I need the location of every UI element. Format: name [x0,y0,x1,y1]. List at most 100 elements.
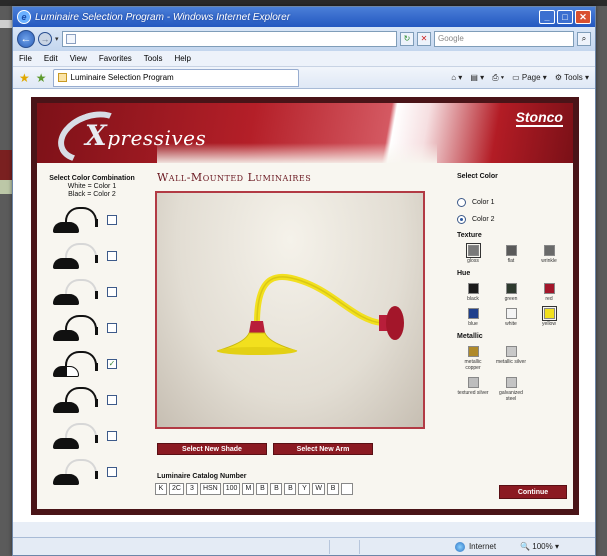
zoom-level[interactable]: 🔍 100% ▾ [500,542,559,551]
swatch-option[interactable]: flat [495,245,527,264]
header-banner: Xpressives Stonco [37,103,573,163]
swatch-label: blue [468,321,478,327]
swatch-option[interactable]: metallic silver [495,346,527,371]
menu-view[interactable]: View [70,54,87,63]
maximize-button[interactable]: □ [557,10,573,24]
add-favorite-icon[interactable]: ★ [36,71,47,85]
page-icon [65,34,76,44]
shade-mount-icon [95,435,98,443]
shade-option[interactable] [47,419,137,455]
command-bar: ⌂ ▾ ▤ ▾ ⎙ ▾ ▭ Page ▾ ⚙ Tools ▾ [451,73,589,83]
shade-bell-icon [53,366,79,377]
shade-option[interactable] [47,455,137,491]
swatch-option[interactable]: wrinkle [533,245,565,264]
feeds-icon[interactable]: ▤ ▾ [470,73,484,82]
menu-file[interactable]: File [19,54,32,63]
color2-option[interactable]: Color 2 [457,215,567,224]
page-title: Wall-Mounted Luminaires [157,171,312,184]
color1-radio[interactable] [457,198,466,207]
color1-option[interactable]: Color 1 [457,198,567,207]
back-button[interactable]: ← [17,30,35,48]
catalog-cell: Y [298,483,311,495]
color-combination-panel: Select Color Combination White = Color 1… [47,175,137,491]
swatch-option[interactable]: yellow [533,306,565,327]
shade-checkbox[interactable] [107,215,117,225]
search-input[interactable]: Google [434,31,574,47]
swatch-option[interactable]: red [533,283,565,302]
catalog-cell: M [242,483,255,495]
print-icon[interactable]: ⎙ ▾ [492,73,504,83]
arm-shape [254,273,385,326]
shade-arm-icon [65,207,97,223]
catalog-cell: HSN [199,483,221,495]
shade-checkbox[interactable] [107,323,117,333]
menu-help[interactable]: Help [174,54,190,63]
metallic-title: Metallic [457,333,483,340]
shade-mount-icon [95,399,98,407]
swatch-option[interactable]: gloss [457,243,489,264]
select-new-arm-button[interactable]: Select New Arm [273,443,373,455]
menu-favorites[interactable]: Favorites [99,54,132,63]
swatch-chip [465,243,481,258]
swatch-option[interactable]: blue [457,308,489,327]
shade-arm-icon [65,315,97,331]
shade-option[interactable] [47,239,137,275]
socket [249,321,265,333]
title-bar: e Luminaire Selection Program - Windows … [13,7,595,27]
swatch-label: black [467,296,479,302]
shade-checkbox[interactable]: ✓ [107,359,117,369]
swatch-label: metallic silver [495,359,526,365]
url-field[interactable] [61,31,397,47]
continue-button[interactable]: Continue [499,485,567,499]
swatch-chip [467,346,479,357]
swatch-option[interactable]: green [495,283,527,302]
shade-option[interactable]: ✓ [47,347,137,383]
shade-mount-icon [95,471,98,479]
shade-checkbox[interactable] [107,251,117,261]
shade-checkbox[interactable] [107,467,117,477]
page-menu[interactable]: ▭ Page ▾ [512,73,547,82]
shade-list: ✓ [47,203,137,491]
page-icon [57,73,67,82]
shade-checkbox[interactable] [107,287,117,297]
history-dropdown-icon[interactable]: ▾ [55,35,59,43]
shade-arm-icon [65,279,97,295]
combination-legend: White = Color 1 Black = Color 2 [47,183,137,199]
search-placeholder: Google [438,34,464,43]
refresh-icon[interactable]: ↻ [400,32,414,46]
tab-luminaire[interactable]: Luminaire Selection Program [52,68,299,87]
shade-option[interactable] [47,383,137,419]
minimize-button[interactable]: _ [539,10,555,24]
swatch-option[interactable]: black [457,283,489,302]
shade-option[interactable] [47,311,137,347]
favorites-star-icon[interactable]: ★ [19,71,30,85]
shade-checkbox[interactable] [107,395,117,405]
shade-bell-icon [53,294,79,305]
swatch-chip [543,245,555,256]
desktop-fragment [0,20,12,28]
swatch-option[interactable]: textured silver [457,377,489,402]
menu-edit[interactable]: Edit [44,54,58,63]
forward-button[interactable]: → [38,32,52,46]
stop-icon[interactable]: ✕ [417,32,431,46]
tools-menu[interactable]: ⚙ Tools ▾ [555,73,589,82]
menu-tools[interactable]: Tools [144,54,163,63]
color2-label: Color 2 [472,216,495,223]
status-segment [329,539,359,554]
shade-bell-icon [53,402,79,413]
catalog-cell [341,483,354,495]
search-icon[interactable]: ⌕ [577,32,591,46]
close-button[interactable]: ✕ [575,10,591,24]
shade-option[interactable] [47,203,137,239]
swatch-label: flat [507,258,515,264]
select-new-shade-button[interactable]: Select New Shade [157,443,267,455]
shade-checkbox[interactable] [107,431,117,441]
color2-radio[interactable] [457,215,466,224]
swatch-option[interactable]: galvanized steel [495,377,527,402]
banner-fade [157,143,437,163]
swatch-option[interactable]: white [495,308,527,327]
swatch-option[interactable]: metallic copper [457,346,489,371]
home-icon[interactable]: ⌂ ▾ [451,73,462,82]
shade-option[interactable] [47,275,137,311]
shade-arm-icon [65,351,97,367]
